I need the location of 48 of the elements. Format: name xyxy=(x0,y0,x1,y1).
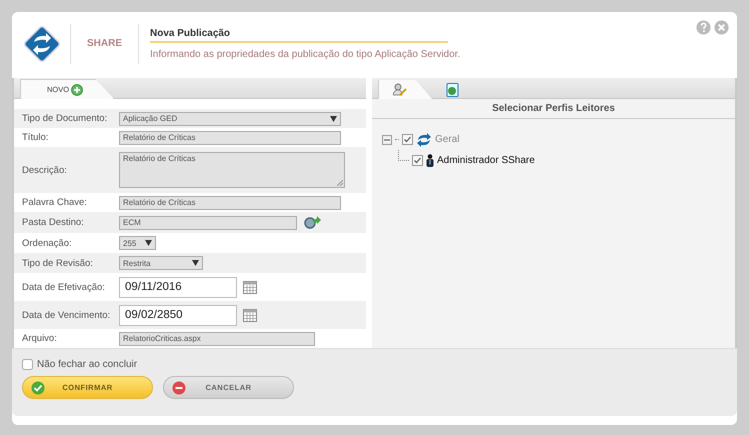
calendar-icon[interactable] xyxy=(243,280,257,294)
field-label: Arquivo: xyxy=(22,333,58,344)
person-icon xyxy=(426,154,434,167)
text-field[interactable]: Relatório de Críticas xyxy=(119,196,341,210)
tree-item[interactable]: Geral xyxy=(435,134,460,145)
users-tab[interactable] xyxy=(378,80,432,99)
brand-label: SHARE xyxy=(86,38,124,49)
resize-grip-icon[interactable] xyxy=(337,180,343,186)
search-arrow-icon[interactable] xyxy=(303,214,321,230)
document-globe-icon xyxy=(446,82,459,96)
checkbox[interactable] xyxy=(412,155,423,166)
field-label: Ordenação: xyxy=(22,238,73,248)
panel-title: Selecionar Perfis Leitores xyxy=(372,99,735,119)
calendar-icon[interactable] xyxy=(243,308,257,322)
checkbox[interactable] xyxy=(402,134,413,145)
check-icon xyxy=(31,380,45,394)
field-label: Título: xyxy=(22,132,50,143)
user-pencil-icon xyxy=(393,83,407,96)
field-label: Pasta Destino: xyxy=(22,217,85,228)
text-area[interactable]: Relatório de Críticas xyxy=(119,152,345,188)
minus-icon xyxy=(172,380,186,394)
select-field[interactable]: Aplicação GED xyxy=(119,112,341,126)
add-icon xyxy=(71,84,84,96)
close-icon[interactable] xyxy=(714,20,729,35)
date-field[interactable]: 09/11/2016 xyxy=(119,276,237,298)
field-label: Palavra Chave: xyxy=(22,197,88,208)
text-field[interactable]: Relatório de Críticas xyxy=(119,130,341,144)
logo-icon xyxy=(416,132,432,146)
dialog-title: Nova Publicação xyxy=(150,28,448,42)
checkbox-label: Não fechar ao concluir xyxy=(37,359,138,370)
text-field[interactable]: ECM xyxy=(119,216,297,230)
tree-item[interactable]: Administrador SShare xyxy=(437,155,535,166)
dialog-subtitle: Informando as propriedades da publicação do tipo Aplicação Servidor. xyxy=(150,48,460,60)
caret-icon xyxy=(145,240,152,246)
collapse-icon[interactable] xyxy=(382,134,392,144)
caret-icon xyxy=(330,116,337,122)
select-field[interactable]: 255 xyxy=(119,236,156,250)
field-label: Data de Efetivação: xyxy=(22,282,106,292)
caret-icon xyxy=(192,260,199,266)
field-label: Data de Vencimento: xyxy=(22,310,112,320)
text-field[interactable]: RelatorioCriticas.aspx xyxy=(119,332,315,346)
date-field[interactable]: 09/02/2850 xyxy=(119,304,237,326)
select-field[interactable]: Restrita xyxy=(119,256,203,270)
field-label: Tipo de Documento: xyxy=(22,113,108,124)
field-label: Descrição: xyxy=(22,164,68,176)
checkbox[interactable] xyxy=(22,359,33,370)
help-icon[interactable] xyxy=(696,20,711,35)
field-label: Tipo de Revisão: xyxy=(22,258,94,268)
